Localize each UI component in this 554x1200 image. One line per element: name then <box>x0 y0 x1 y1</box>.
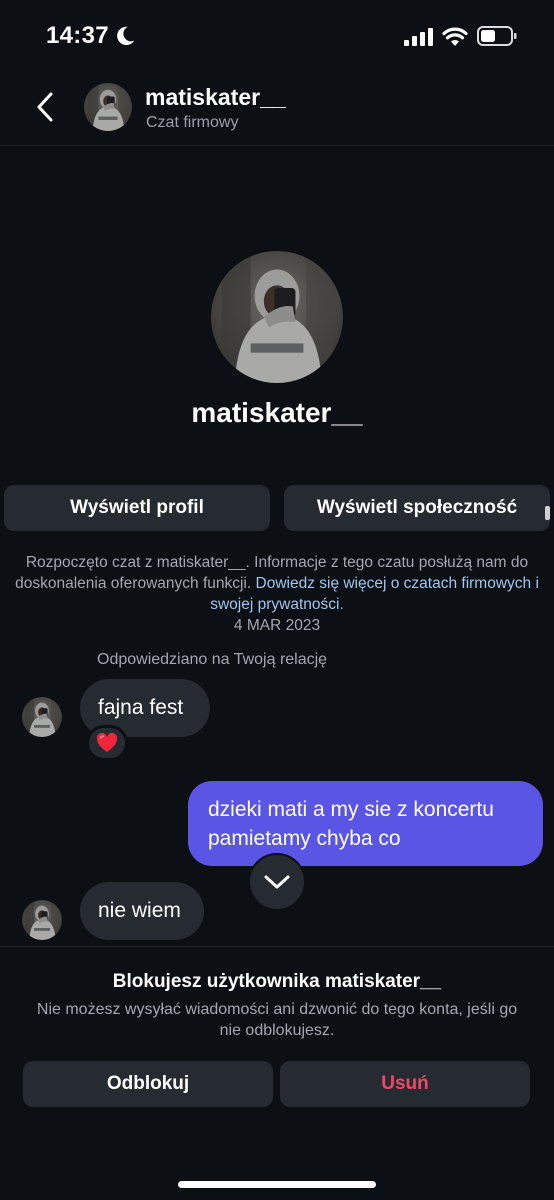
sender-avatar[interactable] <box>22 900 62 940</box>
heart-icon <box>96 733 118 752</box>
header-subtitle: Czat firmowy <box>146 114 239 131</box>
message-text: dzieki mati a my sie z koncertu pamietam… <box>208 798 494 850</box>
unblock-button[interactable]: Odblokuj <box>23 1061 273 1107</box>
blocked-title: Blokujesz użytkownika matiskater__ <box>112 971 442 992</box>
header-avatar[interactable] <box>84 83 132 131</box>
view-community-button[interactable]: Wyświetl społeczność <box>284 485 550 531</box>
sender-avatar[interactable] <box>22 697 62 737</box>
view-profile-button[interactable]: Wyświetl profil <box>4 485 270 531</box>
outgoing-message[interactable]: dzieki mati a my sie z koncertu pamietam… <box>188 781 543 866</box>
story-reply-note: Odpowiedziano na Twoją relację <box>97 651 328 668</box>
incoming-message[interactable]: nie wiem <box>80 882 204 940</box>
blocked-description: Nie możesz wysyłać wiadomości ani dzwoni… <box>36 1001 518 1039</box>
signal-icon <box>404 28 433 46</box>
wifi-icon <box>442 27 468 46</box>
blocked-footer: Blokujesz użytkownika matiskater__ Nie m… <box>0 946 554 1200</box>
chat-start-date: 4 MAR 2023 <box>233 617 321 634</box>
scroll-to-bottom-button[interactable] <box>248 853 306 911</box>
privacy-link[interactable]: Dowiedz się więcej o czatach firmowych i… <box>210 575 539 613</box>
profile-username: matiskater__ <box>191 397 363 428</box>
moon-icon <box>117 26 135 46</box>
message-text: fajna fest <box>98 696 184 719</box>
chat-info-text: Rozpoczęto czat z matiskater__. Informac… <box>8 552 546 636</box>
message-text: nie wiem <box>98 899 181 922</box>
status-bar: 14:37 <box>0 0 554 72</box>
battery-icon <box>477 26 517 46</box>
chat-info-suffix: . <box>339 596 344 613</box>
horizontal-scroll-indicator <box>545 506 550 520</box>
chat-header: matiskater__ Czat firmowy <box>0 72 554 146</box>
profile-avatar[interactable] <box>211 251 343 383</box>
status-time: 14:37 <box>46 22 109 49</box>
home-indicator[interactable] <box>178 1181 376 1188</box>
delete-button[interactable]: Usuń <box>280 1061 530 1107</box>
header-username[interactable]: matiskater__ <box>145 84 286 111</box>
chevron-left-icon[interactable] <box>30 86 60 128</box>
message-reaction[interactable] <box>86 725 128 761</box>
chevron-down-icon <box>264 875 290 889</box>
